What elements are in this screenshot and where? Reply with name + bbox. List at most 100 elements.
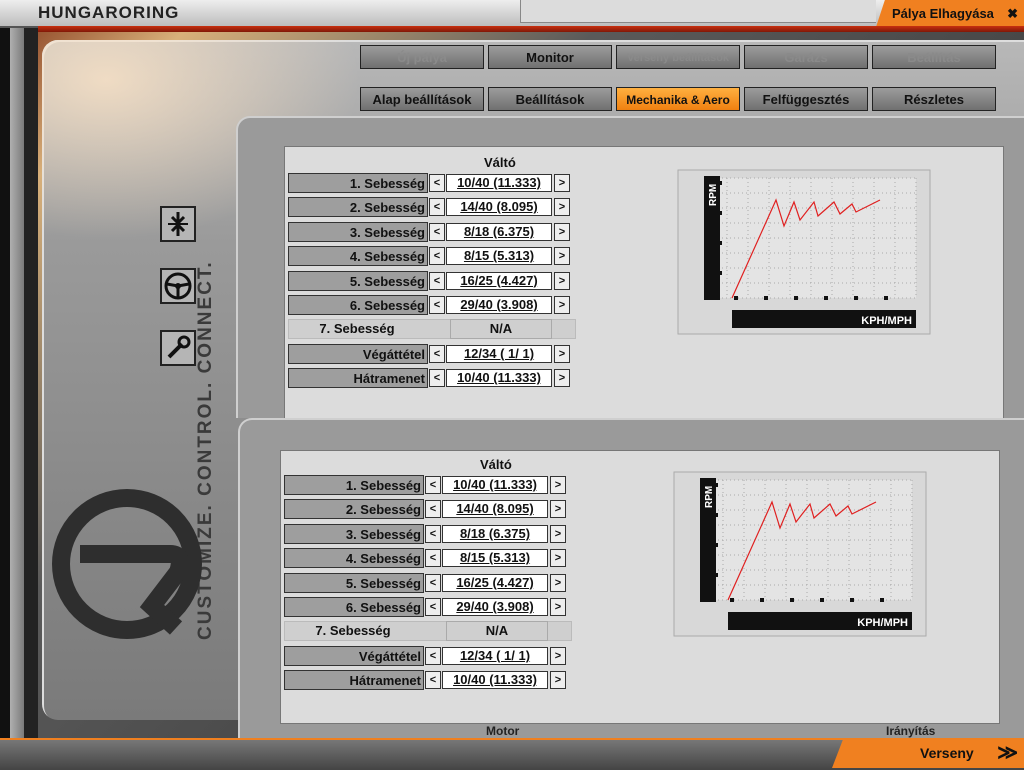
gear-label: 4. Sebesség [284, 548, 424, 569]
gear-label: Végáttétel [288, 343, 428, 364]
y-tick-mark [718, 271, 722, 275]
x-axis-label: KPH/MPH [857, 617, 908, 629]
gear-label: 2. Sebesség [288, 197, 428, 218]
tab-suspension[interactable]: Felfüggesztés [744, 87, 868, 111]
y-axis-label: RPM [704, 486, 715, 508]
y-tick-mark [718, 241, 722, 245]
gear-value: 12/34 ( 1/ 1) [442, 646, 548, 665]
gear-value: 29/40 (3.908) [442, 598, 548, 616]
race-button[interactable]: Verseny ≫ [832, 738, 1024, 768]
gear-value: 10/40 (11.333) [442, 476, 548, 494]
decrease-arrow[interactable]: < [429, 222, 445, 241]
steering-wheel-icon[interactable] [160, 268, 196, 304]
gear-value: 8/15 (5.313) [442, 549, 548, 568]
decrease-arrow[interactable]: < [429, 247, 445, 266]
x-tick-mark [824, 296, 828, 300]
x-tick-mark [850, 598, 854, 602]
tab-new-track[interactable]: Új pálya [360, 45, 484, 69]
increase-arrow[interactable]: > [554, 344, 570, 363]
x-tick-mark [820, 598, 824, 602]
increase-arrow[interactable]: > [550, 598, 566, 616]
gear-value: 10/40 (11.333) [446, 369, 552, 388]
gear-label: 6. Sebesség [288, 295, 428, 315]
increase-arrow[interactable]: > [550, 524, 566, 543]
tab-race-settings[interactable]: Verseny beállítások [616, 45, 740, 69]
gear-value: 8/18 (6.375) [442, 524, 548, 543]
race-label: Verseny [920, 745, 974, 761]
x-tick-mark [884, 296, 888, 300]
decrease-arrow[interactable]: < [429, 344, 445, 363]
increase-arrow[interactable]: > [550, 500, 566, 519]
increase-arrow[interactable]: > [550, 573, 566, 592]
tab-garage[interactable]: Garázs [744, 45, 868, 69]
increase-arrow[interactable]: > [554, 174, 570, 192]
increase-arrow[interactable]: > [550, 476, 566, 494]
tab-advanced[interactable]: Részletes [872, 87, 996, 111]
decrease-arrow[interactable]: < [429, 369, 445, 388]
gear-value: 10/40 (11.333) [442, 671, 548, 690]
left-edge-strip [0, 0, 38, 768]
increase-arrow[interactable]: > [550, 646, 566, 665]
x-tick-mark [854, 296, 858, 300]
decrease-arrow[interactable]: < [429, 198, 445, 217]
x-tick-mark [730, 598, 734, 602]
increase-arrow[interactable]: > [554, 296, 570, 314]
decrease-arrow[interactable]: < [425, 646, 441, 665]
decrease-arrow[interactable]: < [425, 573, 441, 592]
tab-options[interactable]: Beállítás [872, 45, 996, 69]
decrease-arrow[interactable]: < [429, 271, 445, 290]
decrease-arrow[interactable]: < [425, 476, 441, 494]
tab-mechanics-aero[interactable]: Mechanika & Aero [616, 87, 740, 111]
pit-arrows-icon[interactable] [160, 206, 196, 242]
x-axis-label: KPH/MPH [861, 315, 912, 327]
gear-label: 3. Sebesség [284, 523, 424, 544]
red-rule [38, 26, 1024, 32]
decrease-arrow[interactable]: < [425, 524, 441, 543]
steering-section-label: Irányítás [886, 724, 936, 738]
x-tick-mark [880, 598, 884, 602]
tab-setup[interactable]: Beállítások [488, 87, 612, 111]
x-tick-mark [734, 296, 738, 300]
gear-label: 4. Sebesség [288, 246, 428, 267]
gear-value: N/A [450, 319, 552, 340]
y-tick-mark [714, 573, 718, 577]
gear-label: Hátramenet [284, 670, 424, 691]
decrease-arrow[interactable]: < [425, 671, 441, 690]
leave-track-button[interactable]: Pálya Elhagyása ✖ [876, 0, 1024, 27]
gear-value: 29/40 (3.908) [446, 296, 552, 314]
gear-value: 10/40 (11.333) [446, 174, 552, 192]
x-tick-mark [794, 296, 798, 300]
increase-arrow[interactable]: > [554, 271, 570, 290]
y-tick-mark [714, 543, 718, 547]
gear-label: 3. Sebesség [288, 221, 428, 242]
decrease-arrow[interactable]: < [429, 174, 445, 192]
tab-monitor[interactable]: Monitor [488, 45, 612, 69]
x-tick-mark [790, 598, 794, 602]
wrench-icon[interactable] [160, 330, 196, 366]
increase-arrow[interactable]: > [550, 671, 566, 690]
y-axis-label: RPM [708, 184, 719, 206]
gear-label: 6. Sebesség [284, 597, 424, 617]
gear-value: 14/40 (8.095) [442, 500, 548, 519]
gear-label: Végáttétel [284, 645, 424, 666]
increase-arrow[interactable]: > [554, 198, 570, 217]
gear-label: Hátramenet [288, 368, 428, 389]
gearbox-title: Váltó [480, 457, 512, 472]
rpm-chart-upper: RPM KPH/MPH [677, 169, 931, 335]
increase-arrow[interactable]: > [554, 247, 570, 266]
decrease-arrow[interactable]: < [425, 500, 441, 519]
gear-label: 7. Sebesség [315, 623, 391, 639]
decrease-arrow[interactable]: < [425, 549, 441, 568]
decrease-arrow[interactable]: < [425, 598, 441, 616]
increase-arrow[interactable]: > [550, 549, 566, 568]
top-bar-tab [520, 0, 876, 23]
y-tick-mark [718, 211, 722, 215]
increase-arrow[interactable]: > [554, 222, 570, 241]
y-tick-mark [714, 513, 718, 517]
increase-arrow[interactable]: > [554, 369, 570, 388]
decrease-arrow[interactable]: < [429, 296, 445, 314]
leave-track-label: Pálya Elhagyása [892, 6, 994, 21]
track-name: HUNGARORING [38, 3, 180, 22]
tab-basic-setup[interactable]: Alap beállítások [360, 87, 484, 111]
gear-value: 12/34 ( 1/ 1) [446, 344, 552, 363]
